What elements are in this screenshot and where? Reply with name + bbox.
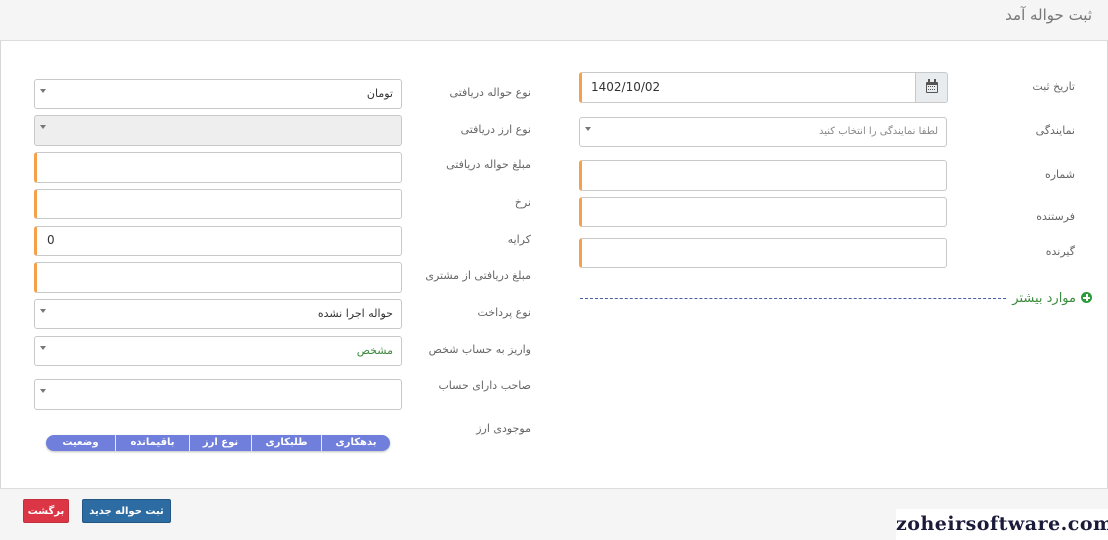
deposit-to-label: واریز به حساب شخص	[428, 343, 531, 356]
deposit-to-value: مشخص	[356, 344, 393, 357]
date-value: 1402/10/02	[591, 80, 661, 94]
fee-value: 0	[47, 233, 55, 247]
date-label: تاریخ ثبت	[1032, 80, 1075, 93]
received-amount-label: مبلغ حواله دریافتی	[446, 158, 531, 171]
sender-input[interactable]	[579, 197, 947, 227]
column-header: وضعیت	[62, 437, 99, 448]
received-amount-input[interactable]	[34, 152, 402, 183]
payment-type-select[interactable]: حواله اجرا نشده	[34, 299, 402, 329]
calendar-icon	[926, 79, 938, 93]
fee-input[interactable]: 0	[34, 226, 402, 256]
received-currency-select	[34, 115, 402, 146]
column-header: باقیمانده	[115, 435, 189, 451]
column-header: نوع ارز	[189, 435, 251, 451]
customer-amount-label: مبلغ دریافتی از مشتری	[425, 269, 531, 282]
account-owner-label: صاحب دارای حساب	[438, 379, 531, 392]
date-picker-button[interactable]	[915, 72, 948, 103]
more-options-label: موارد بیشتر	[1012, 291, 1076, 306]
chevron-down-icon	[585, 127, 591, 131]
agency-select[interactable]: لطفا نمایندگی را انتخاب کنید	[579, 117, 947, 147]
payment-type-value: حواله اجرا نشده	[317, 307, 393, 320]
currency-balance-header: بدهکاری طلبکاری نوع ارز باقیمانده وضعیت	[46, 435, 390, 451]
back-button[interactable]: برگشت	[23, 499, 69, 523]
chevron-down-icon	[40, 309, 46, 313]
receiver-input[interactable]	[579, 238, 947, 268]
fee-label: کرایه	[507, 233, 531, 246]
watermark-logo: zoheirsoftware.com	[896, 509, 1108, 540]
rate-label: نرخ	[514, 196, 531, 209]
more-options-link[interactable]: موارد بیشتر	[1012, 291, 1092, 306]
number-input[interactable]	[579, 160, 947, 191]
chevron-down-icon	[40, 346, 46, 350]
customer-amount-input[interactable]	[34, 262, 402, 293]
received-type-value: تومان	[366, 87, 393, 100]
account-owner-select[interactable]	[34, 379, 402, 410]
agency-placeholder: لطفا نمایندگی را انتخاب کنید	[819, 126, 938, 137]
more-options-divider	[580, 298, 1006, 299]
chevron-down-icon	[40, 389, 46, 393]
number-label: شماره	[1044, 168, 1075, 181]
agency-label: نمایندگی	[1035, 124, 1075, 137]
column-header: طلبکاری	[251, 435, 321, 451]
currency-balance-label: موجودی ارز	[476, 422, 531, 435]
received-currency-label: نوع ارز دریافتی	[460, 123, 531, 136]
rate-input[interactable]	[34, 189, 402, 219]
column-header: بدهکاری	[321, 435, 390, 451]
plus-circle-icon	[1081, 292, 1092, 303]
received-type-select[interactable]: تومان	[34, 79, 402, 109]
received-type-label: نوع حواله دریافتی	[449, 86, 531, 99]
submit-button[interactable]: ثبت حواله جدید	[82, 499, 171, 523]
sender-label: فرستنده	[1036, 210, 1075, 223]
chevron-down-icon	[40, 89, 46, 93]
page-header: ثبت حواله آمد	[0, 0, 1108, 41]
deposit-to-select[interactable]: مشخص	[34, 336, 402, 366]
date-input[interactable]: 1402/10/02	[579, 72, 916, 103]
payment-type-label: نوع پرداخت	[477, 306, 532, 319]
receiver-label: گیرنده	[1045, 245, 1075, 258]
chevron-down-icon	[40, 125, 46, 129]
page-title: ثبت حواله آمد	[1005, 6, 1092, 24]
